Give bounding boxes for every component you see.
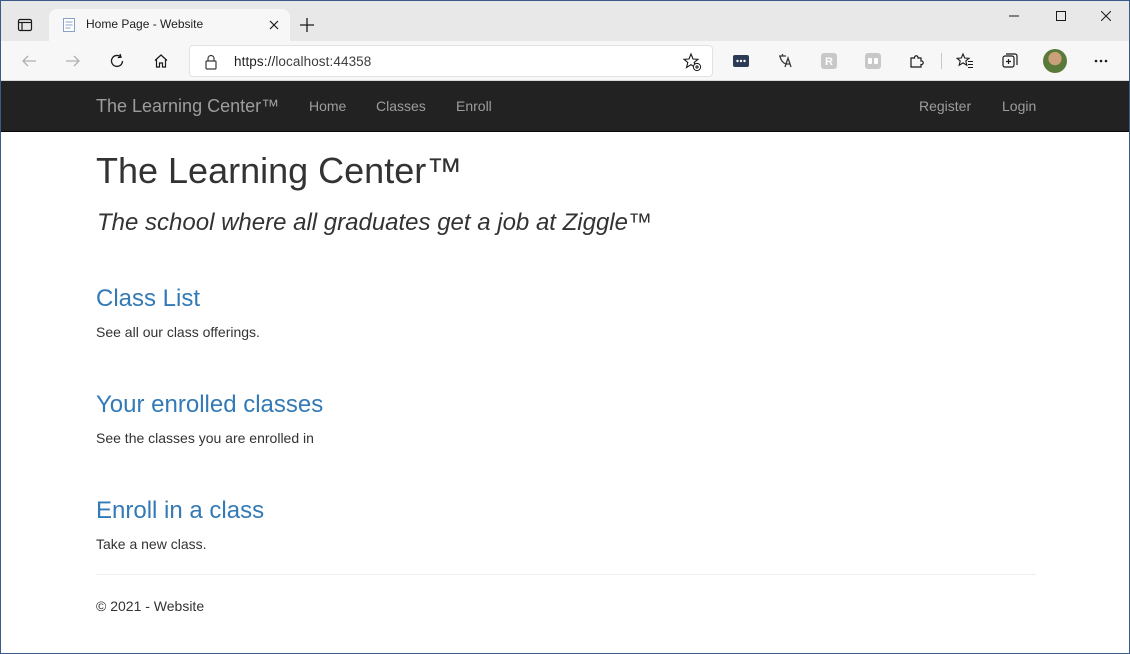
- extension-grid-button[interactable]: [857, 45, 889, 77]
- grid-extension-icon: [865, 53, 881, 69]
- new-tab-button[interactable]: [295, 13, 319, 37]
- profile-avatar[interactable]: [1043, 49, 1067, 73]
- enrolled-classes-link[interactable]: Your enrolled classes: [96, 391, 323, 419]
- nav-home-link[interactable]: Home: [309, 98, 346, 114]
- nav-login-link[interactable]: Login: [1002, 98, 1036, 114]
- browser-tab[interactable]: Home Page - Website: [49, 9, 290, 41]
- enroll-class-description: Take a new class.: [96, 536, 207, 552]
- title-bar: Home Page - Website: [1, 1, 1129, 41]
- settings-menu-button[interactable]: [1085, 45, 1117, 77]
- translate-icon: [779, 54, 792, 68]
- svg-text:R: R: [825, 56, 833, 68]
- page-title: The Learning Center™: [96, 150, 463, 191]
- site-navbar: The Learning Center™ Home Classes Enroll…: [1, 81, 1129, 132]
- address-bar[interactable]: https://localhost:44358: [189, 45, 713, 77]
- url-scheme: https://: [234, 54, 276, 69]
- browser-toolbar: https://localhost:44358 R: [1, 41, 1129, 81]
- page-favicon-icon: [63, 18, 75, 32]
- close-window-button[interactable]: [1083, 1, 1129, 31]
- enroll-class-link[interactable]: Enroll in a class: [96, 497, 264, 525]
- add-favorite-icon[interactable]: [682, 52, 702, 72]
- url-host: localhost:44358: [275, 54, 372, 69]
- nav-register-link[interactable]: Register: [919, 98, 971, 114]
- collections-button[interactable]: [994, 45, 1026, 77]
- nav-enroll-link[interactable]: Enroll: [456, 98, 492, 114]
- forward-arrow-icon: [66, 55, 80, 67]
- minimize-button[interactable]: [991, 1, 1037, 31]
- minimize-icon: [1009, 15, 1019, 17]
- tab-actions-icon: [17, 18, 33, 32]
- lock-icon: [205, 54, 217, 70]
- page-lead: The school where all graduates get a job…: [97, 209, 652, 236]
- enrolled-classes-description: See the classes you are enrolled in: [96, 430, 314, 446]
- home-button[interactable]: [145, 45, 177, 77]
- tab-title: Home Page - Website: [86, 17, 204, 31]
- tab-close-button[interactable]: [266, 17, 282, 33]
- home-icon: [154, 54, 168, 68]
- maximize-button[interactable]: [1038, 1, 1084, 31]
- refresh-button[interactable]: [101, 45, 133, 77]
- nav-classes-link[interactable]: Classes: [376, 98, 426, 114]
- navbar-brand[interactable]: The Learning Center™: [96, 96, 279, 117]
- class-list-description: See all our class offerings.: [96, 324, 260, 340]
- favorites-list-icon: [956, 52, 973, 69]
- extension-translate-button[interactable]: [769, 45, 801, 77]
- extension-password-button[interactable]: [725, 45, 757, 77]
- extension-r-button[interactable]: R: [813, 45, 845, 77]
- browser-window: Home Page - Website https://localhost:44…: [0, 0, 1130, 654]
- back-button[interactable]: [13, 45, 45, 77]
- page-footer: © 2021 - Website: [96, 598, 205, 614]
- password-manager-icon: [733, 55, 749, 67]
- forward-button[interactable]: [57, 45, 89, 77]
- close-window-icon: [1101, 11, 1111, 21]
- close-icon: [269, 20, 279, 30]
- puzzle-icon: [910, 55, 924, 68]
- refresh-icon: [110, 53, 124, 68]
- favorites-button[interactable]: [949, 45, 981, 77]
- class-list-link[interactable]: Class List: [96, 285, 200, 313]
- url-text: https://localhost:44358: [234, 54, 371, 69]
- back-arrow-icon: [22, 55, 36, 67]
- extensions-button[interactable]: [901, 45, 933, 77]
- maximize-icon: [1056, 11, 1066, 21]
- r-extension-icon: R: [821, 53, 837, 69]
- collections-icon: [1002, 53, 1018, 68]
- toolbar-divider: [941, 53, 942, 69]
- plus-icon: [300, 18, 314, 32]
- more-options-icon: [1094, 59, 1108, 63]
- footer-divider: [96, 574, 1036, 575]
- tab-actions-button[interactable]: [9, 9, 41, 41]
